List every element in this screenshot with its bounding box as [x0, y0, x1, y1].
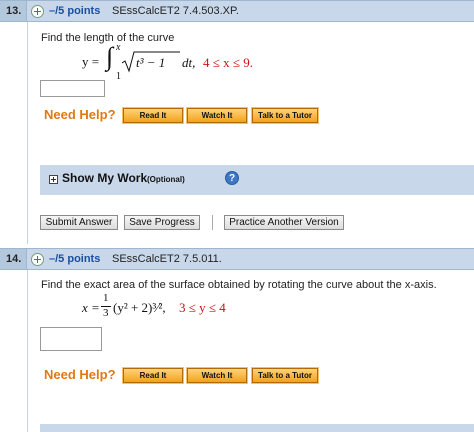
question-number: 14. — [0, 249, 27, 269]
expand-toggle-icon[interactable] — [49, 175, 58, 184]
integral-lower-limit: 1 — [116, 71, 121, 82]
need-help-label: Need Help? — [44, 367, 116, 382]
read-it-button[interactable]: Read It — [122, 107, 184, 124]
domain-range: 4 ≤ x ≤ 9. — [203, 55, 254, 70]
integral-upper-limit: x — [116, 42, 121, 53]
show-my-work-panel[interactable]: Show My Work (Optional) ? — [40, 165, 474, 195]
equation-lhs: y = — [82, 54, 100, 69]
show-my-work-panel — [40, 424, 474, 432]
question-14-header: 14. –/5 points SEssCalcET2 7.5.011. — [0, 248, 474, 270]
read-it-button[interactable]: Read It — [122, 367, 184, 384]
expand-plus-icon[interactable] — [31, 253, 44, 266]
question-14-panel — [27, 270, 474, 432]
help-info-icon[interactable]: ? — [225, 171, 239, 185]
show-my-work-title[interactable]: Show My Work — [62, 171, 147, 185]
expand-plus-icon[interactable] — [31, 5, 44, 18]
integrand: t³ − 1 — [136, 55, 166, 70]
domain-range: 3 ≤ y ≤ 4 — [179, 300, 226, 315]
question-prompt: Find the exact area of the surface obtai… — [41, 279, 437, 291]
fraction-numerator: 1 — [103, 292, 109, 304]
save-progress-button[interactable]: Save Progress — [124, 215, 200, 230]
equation-lhs: x = — [82, 300, 100, 315]
submit-answer-button[interactable]: Submit Answer — [40, 215, 118, 230]
optional-label: (Optional) — [147, 175, 185, 184]
watch-it-button[interactable]: Watch It — [186, 107, 248, 124]
talk-to-tutor-button[interactable]: Talk to a Tutor — [251, 367, 319, 384]
answer-input[interactable] — [40, 327, 102, 351]
talk-to-tutor-button[interactable]: Talk to a Tutor — [251, 107, 319, 124]
points-label: –/5 points — [49, 5, 101, 17]
question-13-header: 13. –/5 points SEssCalcET2 7.4.503.XP. — [0, 0, 474, 22]
need-help-label: Need Help? — [44, 107, 116, 122]
watch-it-button[interactable]: Watch It — [186, 367, 248, 384]
answer-input[interactable] — [40, 80, 105, 97]
integral-sign-icon: ∫ — [106, 42, 114, 71]
question-reference: SEssCalcET2 7.5.011. — [112, 253, 222, 265]
curve-expression: (y² + 2)³⁄², — [113, 300, 166, 315]
fraction-denominator: 3 — [103, 307, 109, 319]
question-number: 13. — [0, 1, 27, 21]
points-label: –/5 points — [49, 253, 101, 265]
differential: dt, — [182, 55, 196, 70]
question-reference: SEssCalcET2 7.4.503.XP. — [112, 5, 239, 17]
practice-another-version-button[interactable]: Practice Another Version — [224, 215, 344, 230]
action-separator — [212, 215, 213, 230]
